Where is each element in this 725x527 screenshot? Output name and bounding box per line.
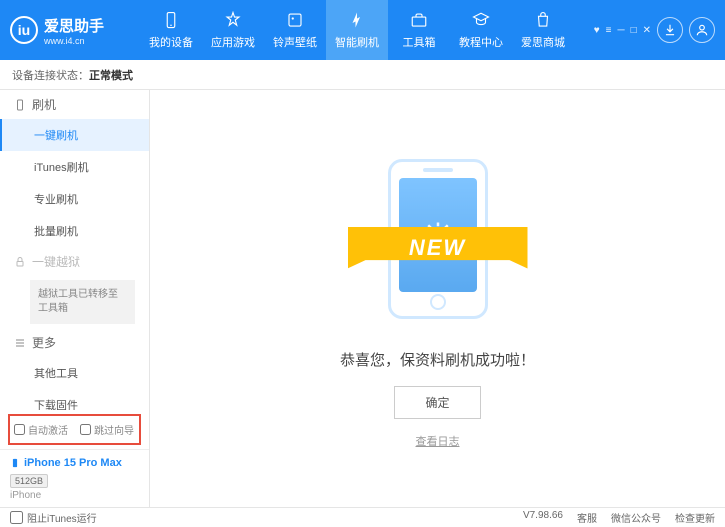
nav-tutorial[interactable]: 教程中心 — [450, 0, 512, 60]
maximize-icon[interactable]: □ — [631, 25, 637, 36]
nav-my-device[interactable]: 我的设备 — [140, 0, 202, 60]
success-message: 恭喜您，保资料刷机成功啦！ — [340, 349, 535, 370]
title-bar: iu 爱思助手 www.i4.cn 我的设备 应用游戏 铃声壁纸 智能刷机 工具… — [0, 0, 725, 60]
sidebar-item-other-tools[interactable]: 其他工具 — [0, 357, 149, 389]
logo-area: iu 爱思助手 www.i4.cn — [10, 15, 140, 46]
device-info: iPhone 15 Pro Max 512GB iPhone — [0, 449, 149, 507]
device-icon — [10, 456, 20, 470]
ok-button[interactable]: 确定 — [394, 386, 480, 419]
user-button[interactable] — [689, 17, 715, 43]
phone-icon — [14, 99, 26, 111]
device-name[interactable]: iPhone 15 Pro Max — [10, 456, 139, 470]
sidebar-item-batch-flash[interactable]: 批量刷机 — [0, 215, 149, 247]
version-label: V7.98.66 — [523, 510, 563, 525]
sidebar-item-pro-flash[interactable]: 专业刷机 — [0, 183, 149, 215]
nav-apps-games[interactable]: 应用游戏 — [202, 0, 264, 60]
menu-icon[interactable]: ≡ — [606, 25, 612, 36]
sidebar-item-oneclick-flash[interactable]: 一键刷机 — [0, 119, 149, 151]
device-type: iPhone — [10, 490, 139, 501]
footer-link-support[interactable]: 客服 — [577, 510, 597, 525]
sidebar-header-jailbreak[interactable]: 一键越狱 — [0, 247, 149, 276]
status-label: 设备连接状态： — [12, 67, 89, 83]
checkbox-auto-activate[interactable]: 自动激活 — [14, 422, 68, 437]
close-icon[interactable]: ✕ — [643, 25, 651, 36]
jailbreak-note: 越狱工具已转移至工具箱 — [30, 280, 135, 324]
sidebar-header-more[interactable]: 更多 — [0, 328, 149, 357]
sidebar-item-download-firmware[interactable]: 下载固件 — [0, 389, 149, 410]
checkbox-block-itunes[interactable]: 阻止iTunes运行 — [10, 510, 97, 525]
footer-link-update[interactable]: 检查更新 — [675, 510, 715, 525]
view-log-link[interactable]: 查看日志 — [416, 433, 460, 449]
footer-link-wechat[interactable]: 微信公众号 — [611, 510, 661, 525]
app-url: www.i4.cn — [44, 36, 104, 46]
footer: 阻止iTunes运行 V7.98.66 客服 微信公众号 检查更新 — [0, 507, 725, 527]
list-icon — [14, 337, 26, 349]
success-illustration: NEW — [338, 149, 538, 329]
main-nav: 我的设备 应用游戏 铃声壁纸 智能刷机 工具箱 教程中心 爱思商城 — [140, 0, 584, 60]
status-bar: 设备连接状态： 正常模式 — [0, 60, 725, 90]
checkbox-row: 自动激活 跳过向导 — [8, 414, 141, 445]
nav-toolbox[interactable]: 工具箱 — [388, 0, 450, 60]
device-storage: 512GB — [10, 474, 48, 488]
checkbox-skip-guide[interactable]: 跳过向导 — [80, 422, 134, 437]
sidebar-header-flash[interactable]: 刷机 — [0, 90, 149, 119]
sidebar: 刷机 一键刷机 iTunes刷机 专业刷机 批量刷机 一键越狱 越狱工具已转移至… — [0, 90, 150, 507]
nav-ringtone-wallpaper[interactable]: 铃声壁纸 — [264, 0, 326, 60]
lock-icon — [14, 256, 26, 268]
app-title: 爱思助手 — [44, 15, 104, 36]
app-logo-icon: iu — [10, 16, 38, 44]
settings-icon[interactable]: ♥ — [594, 25, 600, 36]
status-value: 正常模式 — [89, 67, 133, 83]
download-button[interactable] — [657, 17, 683, 43]
nav-store[interactable]: 爱思商城 — [512, 0, 574, 60]
sidebar-item-itunes-flash[interactable]: iTunes刷机 — [0, 151, 149, 183]
window-controls: ♥ ≡ ─ □ ✕ — [594, 25, 651, 36]
nav-smart-flash[interactable]: 智能刷机 — [326, 0, 388, 60]
main-content: NEW 恭喜您，保资料刷机成功啦！ 确定 查看日志 — [150, 90, 725, 507]
minimize-icon[interactable]: ─ — [617, 25, 624, 36]
